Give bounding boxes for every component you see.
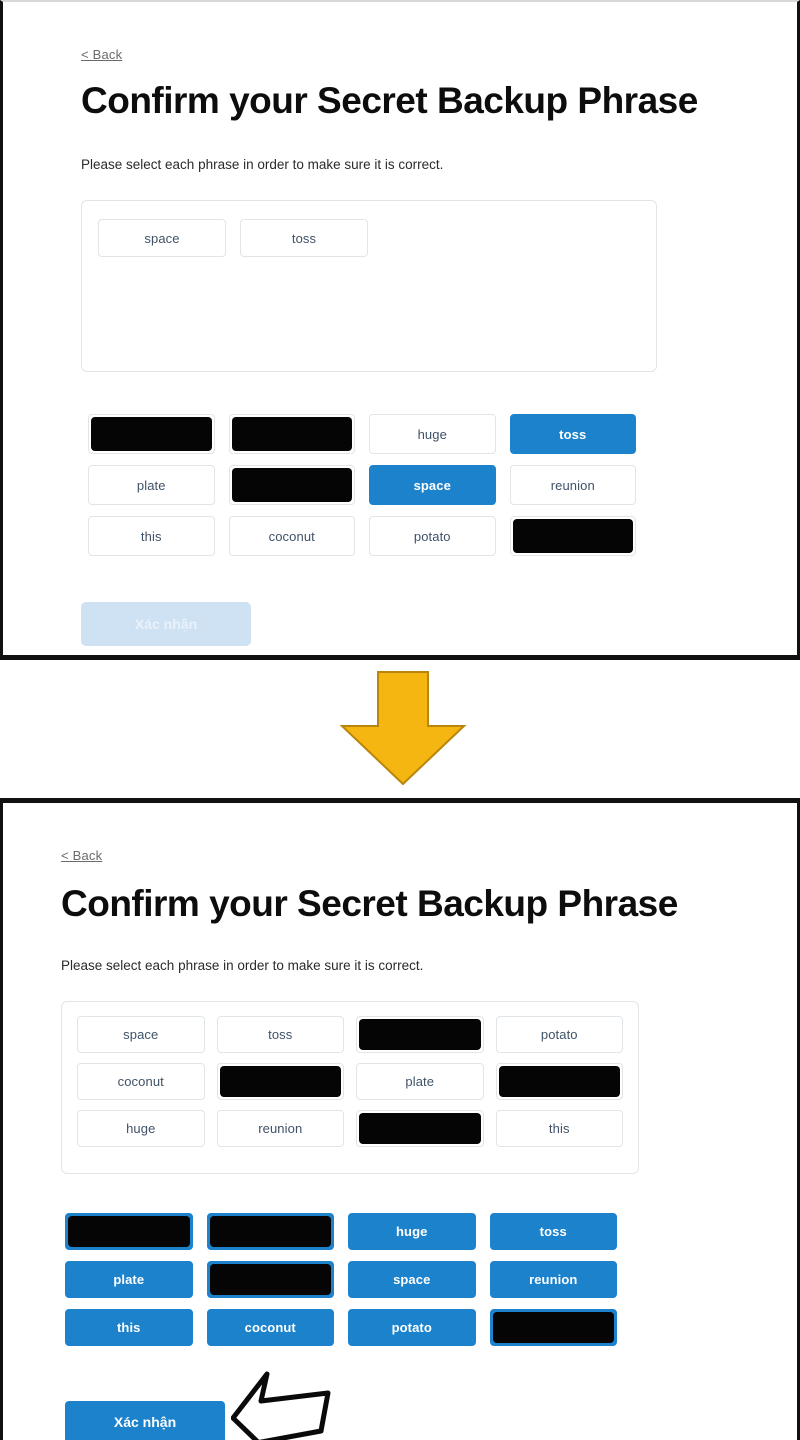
word-tile[interactable] [489, 1309, 617, 1346]
page-subtitle: Please select each phrase in order to ma… [81, 157, 444, 172]
down-arrow-icon [339, 671, 467, 786]
page-title: Confirm your Secret Backup Phrase [81, 80, 698, 121]
word-choice-grid: huge toss plate space reunion this coconut pota… [88, 414, 636, 556]
confirm-button[interactable]: Xác nhận [81, 602, 251, 646]
word-tile[interactable]: toss [216, 1016, 344, 1053]
word-tile[interactable]: toss [489, 1213, 617, 1250]
word-tile[interactable]: space [369, 465, 496, 505]
word-tile[interactable] [228, 414, 355, 454]
tutorial-image-frame: < Back Confirm your Secret Backup Phrase… [0, 0, 800, 1440]
word-tile[interactable]: huge [77, 1110, 205, 1147]
transition-arrow-band [0, 660, 800, 798]
panel-after: < Back Confirm your Secret Backup Phrase… [0, 803, 800, 1440]
word-tile[interactable]: reunion [489, 1261, 617, 1298]
confirm-button[interactable]: Xác nhận [65, 1401, 225, 1440]
word-tile[interactable]: potato [369, 516, 496, 556]
word-tile[interactable]: plate [356, 1063, 484, 1100]
word-choice-grid: huge toss plate space reunion this coconut pota… [65, 1213, 617, 1346]
word-tile[interactable]: coconut [228, 516, 355, 556]
word-tile[interactable]: plate [88, 465, 215, 505]
word-tile[interactable] [228, 465, 355, 505]
word-tile[interactable] [509, 516, 636, 556]
word-tile[interactable]: plate [65, 1261, 193, 1298]
word-tile[interactable]: coconut [206, 1309, 334, 1346]
word-tile[interactable] [65, 1213, 193, 1250]
word-tile[interactable]: space [348, 1261, 476, 1298]
word-tile[interactable] [206, 1213, 334, 1250]
word-tile[interactable]: toss [240, 219, 368, 257]
word-tile[interactable]: huge [369, 414, 496, 454]
word-tile[interactable]: this [88, 516, 215, 556]
word-tile[interactable]: potato [348, 1309, 476, 1346]
page-title: Confirm your Secret Backup Phrase [61, 883, 678, 924]
word-tile[interactable]: potato [495, 1016, 623, 1053]
word-tile[interactable] [216, 1063, 344, 1100]
back-link[interactable]: < Back [61, 848, 102, 863]
word-tile[interactable]: space [77, 1016, 205, 1053]
word-tile[interactable]: coconut [77, 1063, 205, 1100]
word-tile[interactable] [356, 1110, 484, 1147]
panel-before: < Back Confirm your Secret Backup Phrase… [0, 0, 800, 655]
back-link[interactable]: < Back [81, 47, 122, 62]
page-subtitle: Please select each phrase in order to ma… [61, 958, 424, 973]
left-pointing-hand-arrow-icon [231, 1371, 331, 1440]
word-tile[interactable]: this [495, 1110, 623, 1147]
word-tile[interactable]: reunion [216, 1110, 344, 1147]
word-tile[interactable] [206, 1261, 334, 1298]
word-tile[interactable] [356, 1016, 484, 1053]
word-tile[interactable]: this [65, 1309, 193, 1346]
word-tile[interactable]: toss [509, 414, 636, 454]
word-tile[interactable]: space [98, 219, 226, 257]
word-tile[interactable]: reunion [509, 465, 636, 505]
selected-phrase-box[interactable]: space toss potato coconut plate huge reunion th… [61, 1001, 639, 1174]
word-tile[interactable] [88, 414, 215, 454]
selected-phrase-box[interactable]: space toss [81, 200, 657, 372]
word-tile[interactable]: huge [348, 1213, 476, 1250]
word-tile[interactable] [495, 1063, 623, 1100]
